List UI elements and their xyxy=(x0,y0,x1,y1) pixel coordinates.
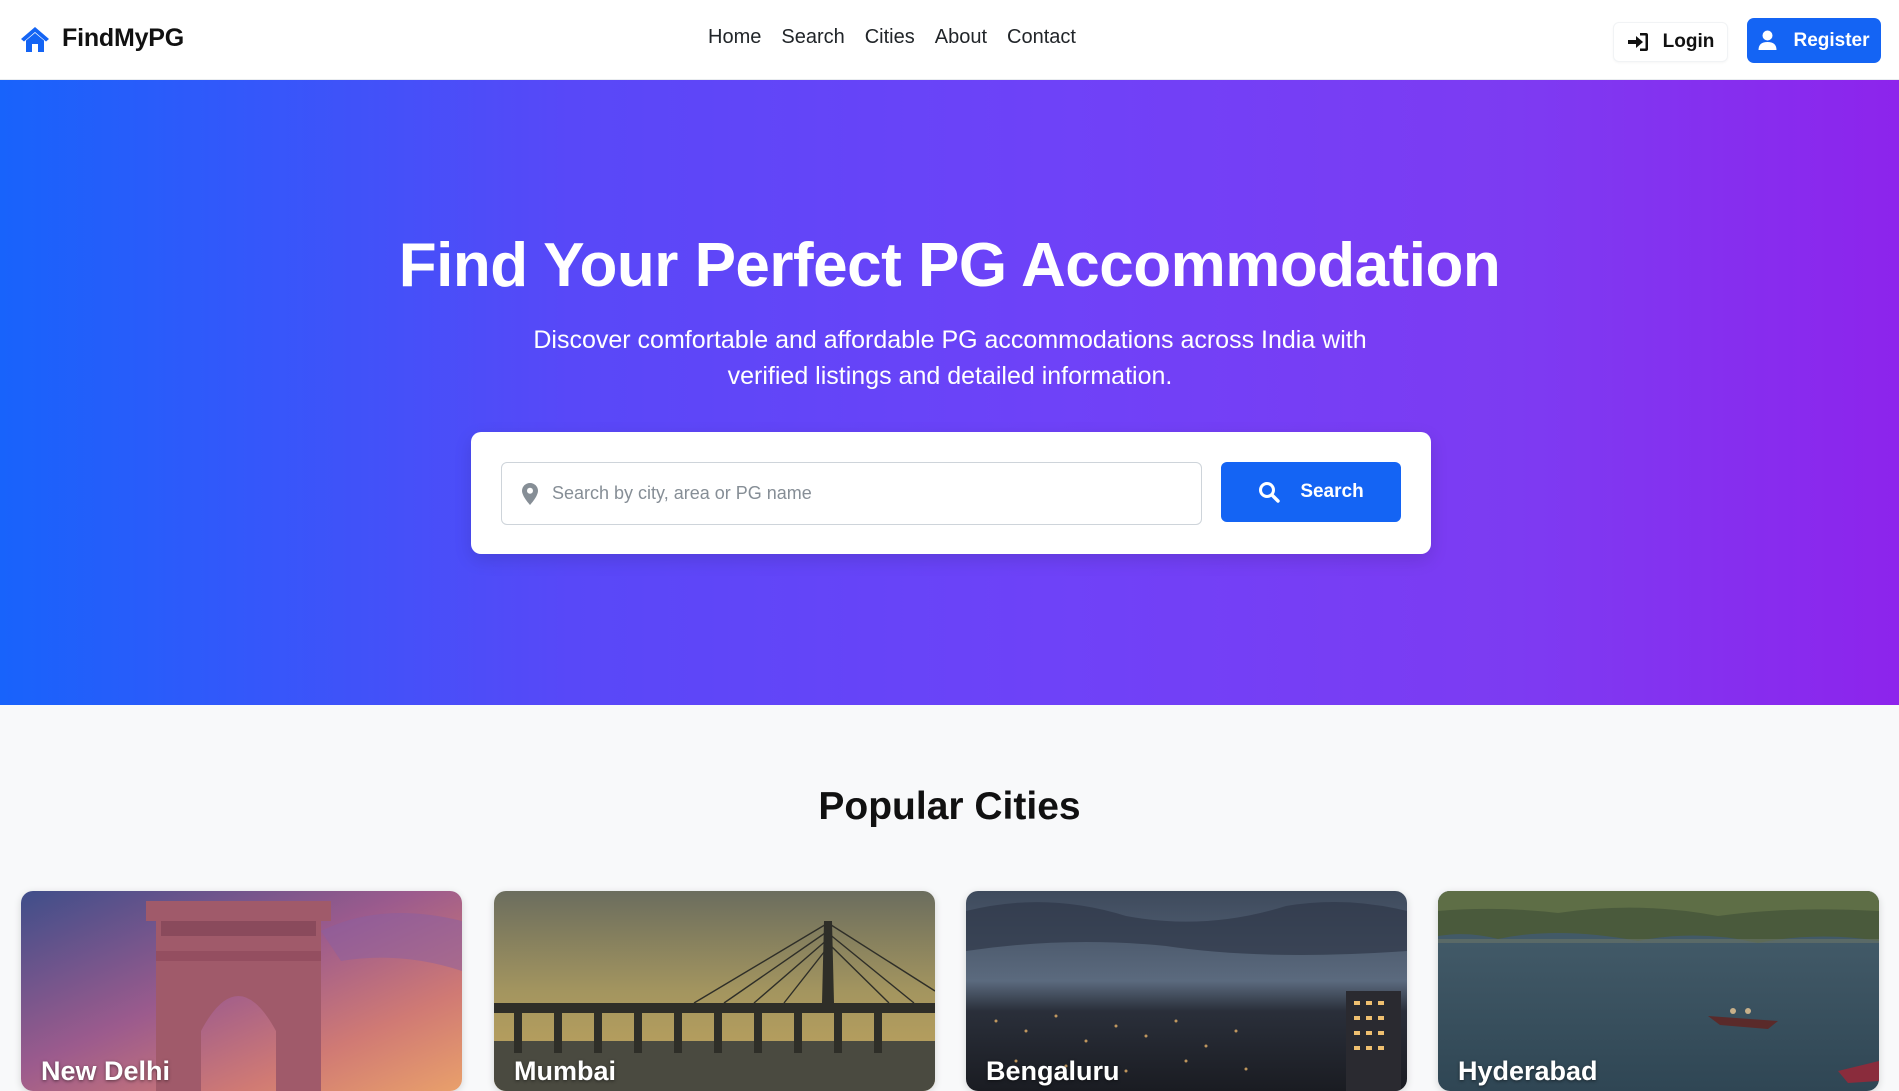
section-title-popular-cities: Popular Cities xyxy=(818,785,1081,828)
register-label: Register xyxy=(1793,29,1870,51)
sign-in-icon xyxy=(1627,33,1648,51)
city-name: Bengaluru xyxy=(986,1056,1120,1086)
register-button[interactable]: Register xyxy=(1747,18,1881,63)
nav-link-search[interactable]: Search xyxy=(781,26,844,49)
search-field[interactable] xyxy=(501,462,1202,525)
user-icon xyxy=(1758,30,1777,50)
search-icon xyxy=(1259,482,1281,503)
city-card-hyderabad[interactable]: Hyderabad xyxy=(1438,891,1879,1091)
city-name: New Delhi xyxy=(41,1056,171,1086)
nav-link-cities[interactable]: Cities xyxy=(865,26,915,49)
hero-title: Find Your Perfect PG Accommodation xyxy=(398,231,1501,300)
brand-logo[interactable]: FindMyPG xyxy=(20,24,184,53)
nav-link-contact[interactable]: Contact xyxy=(1007,26,1076,49)
city-name: Hyderabad xyxy=(1458,1056,1598,1086)
brand-name: FindMyPG xyxy=(62,24,185,52)
hero-subtitle: Discover comfortable and affordable PG a… xyxy=(533,326,1367,390)
city-card-mumbai[interactable]: Mumbai xyxy=(494,891,935,1091)
nav-link-about[interactable]: About xyxy=(935,26,987,49)
search-card: Search xyxy=(471,432,1431,554)
city-card-new-delhi[interactable]: New Delhi xyxy=(21,891,462,1091)
login-button[interactable]: Login xyxy=(1613,22,1728,62)
house-icon xyxy=(21,26,49,52)
city-name: Mumbai xyxy=(514,1056,617,1086)
search-button[interactable]: Search xyxy=(1221,462,1401,522)
hero-section: Find Your Perfect PG Accommodation Disco… xyxy=(0,80,1899,705)
main-nav: Home Search Cities About Contact xyxy=(708,26,1076,49)
map-marker-icon xyxy=(522,482,538,505)
navbar: FindMyPG Home Search Cities About Contac… xyxy=(0,0,1899,80)
search-button-label: Search xyxy=(1300,481,1364,502)
search-input[interactable] xyxy=(552,473,1192,514)
login-label: Login xyxy=(1662,31,1715,52)
nav-link-home[interactable]: Home xyxy=(708,26,761,49)
city-card-bengaluru[interactable]: Bengaluru xyxy=(966,891,1407,1091)
